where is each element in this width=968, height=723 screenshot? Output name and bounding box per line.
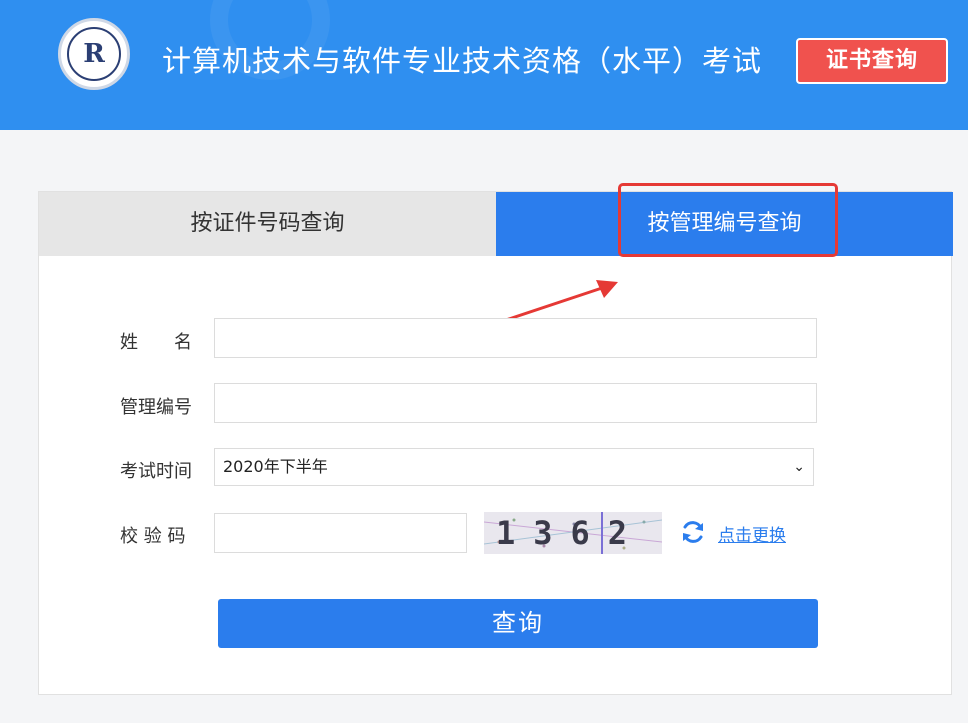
captcha-input[interactable] bbox=[214, 513, 467, 553]
refresh-icon[interactable] bbox=[680, 519, 706, 545]
exam-time-selected-value: 2020年下半年 bbox=[223, 457, 328, 476]
exam-time-label: 考试时间 bbox=[120, 461, 192, 482]
name-label: 姓 名 bbox=[120, 332, 192, 353]
site-title: 计算机技术与软件专业技术资格（水平）考试 bbox=[162, 44, 763, 78]
tab-query-by-id[interactable]: 按证件号码查询 bbox=[39, 192, 496, 256]
refresh-captcha-link[interactable]: 点击更换 bbox=[718, 521, 786, 546]
submit-query-button[interactable]: 查询 bbox=[218, 599, 818, 648]
captcha-text: 1362 bbox=[496, 514, 646, 552]
logo-glyph: R bbox=[83, 39, 105, 69]
name-input[interactable] bbox=[214, 318, 817, 358]
site-header: R 计算机技术与软件专业技术资格（水平）考试 证书查询 bbox=[0, 0, 968, 130]
management-number-label: 管理编号 bbox=[120, 397, 192, 418]
exam-logo-icon: R bbox=[58, 18, 130, 90]
chevron-down-icon: ⌄ bbox=[793, 459, 805, 475]
cert-query-button[interactable]: 证书查询 bbox=[796, 38, 948, 84]
annotation-highlight-box bbox=[618, 183, 838, 257]
captcha-image[interactable]: 1362 bbox=[484, 512, 662, 554]
captcha-label: 校 验 码 bbox=[120, 526, 186, 547]
exam-time-select[interactable]: 2020年下半年 ⌄ bbox=[214, 448, 814, 486]
management-number-input[interactable] bbox=[214, 383, 817, 423]
